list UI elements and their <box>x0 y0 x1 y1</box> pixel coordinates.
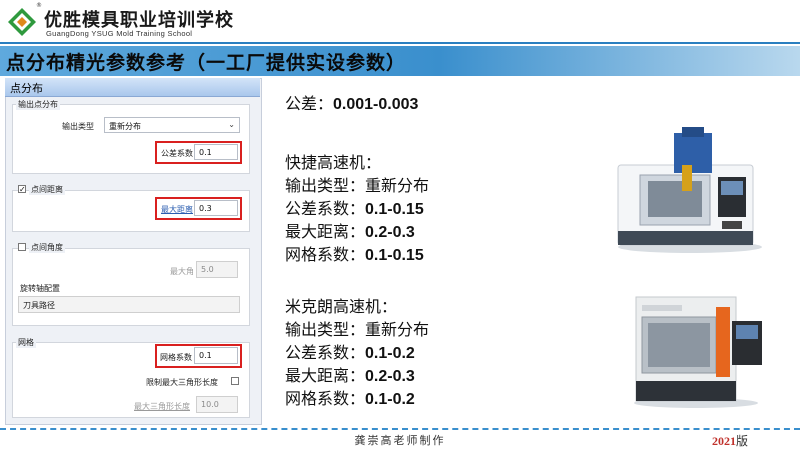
machine1-tol-label: 公差系数： <box>285 199 366 218</box>
machine2-dist-value: 0.2-0.3 <box>365 368 415 385</box>
limit-triangle-label: 限制最大三角形长度 <box>146 378 218 387</box>
footer-author: 龚崇高老师制作 <box>354 434 446 447</box>
tolerance-factor-label: 公差系数 <box>161 149 193 158</box>
machine1-tol: 公差系数：0.1-0.15 <box>285 195 424 219</box>
footer-divider <box>0 428 800 430</box>
machine1-type: 输出类型：重新分布 <box>285 172 429 196</box>
machine1-mesh: 网格系数：0.1-0.15 <box>285 241 424 265</box>
machine1-type-value: 重新分布 <box>365 176 430 195</box>
max-triangle-input[interactable]: 10.0 <box>196 396 238 413</box>
mikron-speed-machine-image <box>634 296 762 408</box>
tolerance-factor-input[interactable]: 0.1 <box>194 144 238 160</box>
footer-year-number: 2021 <box>712 434 736 448</box>
machine1-mesh-value: 0.1-0.15 <box>365 247 424 264</box>
point-angle-label: 点间角度 <box>29 242 65 253</box>
machine2-mesh-label: 网格系数： <box>285 389 366 408</box>
registered-mark: ® <box>36 2 42 9</box>
machine2-name: 米克朗高速机： <box>285 297 398 316</box>
machine1-dist-value: 0.2-0.3 <box>365 224 415 241</box>
mesh-factor-input[interactable]: 0.1 <box>194 347 238 364</box>
machine1-dist: 最大距离：0.2-0.3 <box>285 218 415 242</box>
school-logo <box>8 8 36 36</box>
footer-edition: 版 <box>736 434 749 448</box>
tolerance-line-value: 0.001-0.003 <box>333 96 419 113</box>
max-distance-input[interactable]: 0.3 <box>194 200 238 216</box>
quick-speed-machine-image <box>617 127 762 253</box>
footer-year: 2021版 <box>712 432 748 449</box>
machine2-mesh: 网格系数：0.1-0.2 <box>285 385 415 409</box>
output-type-label: 输出类型 <box>62 122 94 131</box>
output-type-select[interactable]: 重新分布 ⌄ <box>104 117 240 133</box>
dialog-title: 点分布 <box>10 82 43 95</box>
rotary-axis-label: 旋转轴配置 <box>20 284 60 293</box>
limit-triangle-checkbox[interactable] <box>231 377 239 385</box>
machine2-dist-label: 最大距离： <box>285 366 366 385</box>
school-name-en: GuangDong YSUG Mold Training School <box>46 29 193 38</box>
machine1-tol-value: 0.1-0.15 <box>365 201 424 218</box>
machine2-mesh-value: 0.1-0.2 <box>365 391 415 408</box>
chevron-down-icon: ⌄ <box>228 120 235 129</box>
tool-path-field[interactable]: 刀具路径 <box>18 296 240 313</box>
machine2-tol-value: 0.1-0.2 <box>365 345 415 362</box>
point-angle-checkbox[interactable] <box>18 243 26 251</box>
header-divider <box>0 42 800 44</box>
machine1-mesh-label: 网格系数： <box>285 245 366 264</box>
machine2-type-label: 输出类型： <box>285 320 366 339</box>
machine1-dist-label: 最大距离： <box>285 222 366 241</box>
max-triangle-label: 最大三角形长度 <box>134 402 190 411</box>
tolerance-line: 公差：0.001-0.003 <box>285 90 418 114</box>
machine2-type-value: 重新分布 <box>365 320 430 339</box>
machine1-name: 快捷高速机： <box>285 153 382 172</box>
max-distance-label: 最大距离 <box>161 205 193 214</box>
machine2-tol-label: 公差系数： <box>285 343 366 362</box>
dialog-header[interactable] <box>5 78 260 97</box>
output-group-label: 输出点分布 <box>16 99 60 110</box>
tolerance-line-label: 公差： <box>285 94 334 113</box>
machine2-type: 输出类型：重新分布 <box>285 316 429 340</box>
output-type-value: 重新分布 <box>109 122 141 131</box>
point-distance-label: 点间距离 <box>29 184 65 195</box>
machine2-dist: 最大距离：0.2-0.3 <box>285 362 415 386</box>
mesh-group-label: 网格 <box>16 337 36 348</box>
point-distance-checkbox[interactable]: ✓ <box>18 185 26 194</box>
mesh-factor-label: 网格系数 <box>160 353 192 362</box>
max-angle-label: 最大角 <box>170 267 194 276</box>
slide-title: 点分布精光参数参考（一工厂提供实设参数） <box>6 52 407 74</box>
max-angle-input[interactable]: 5.0 <box>196 261 238 278</box>
machine2-tol: 公差系数：0.1-0.2 <box>285 339 415 363</box>
machine1-type-label: 输出类型： <box>285 176 366 195</box>
